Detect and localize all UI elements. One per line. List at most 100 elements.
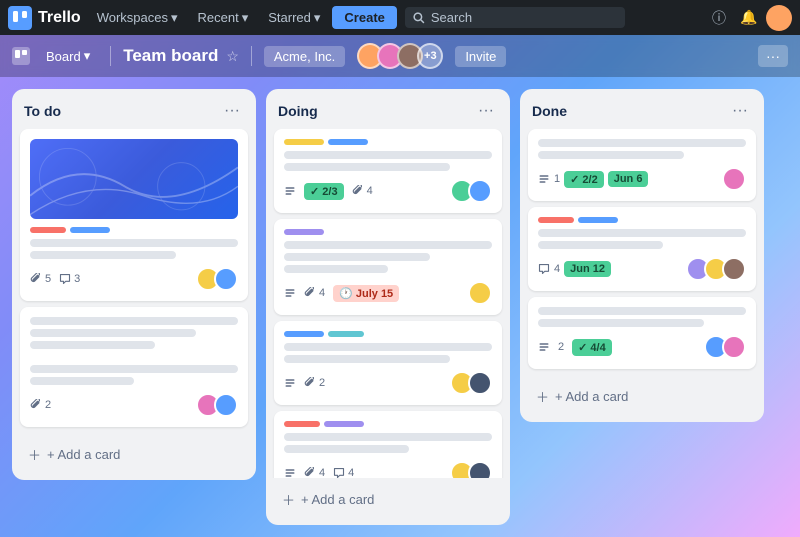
card-members2	[196, 393, 238, 417]
list-done: Done ··· 1 ✓ 2/2 Jun 6	[520, 89, 764, 422]
attach-icon	[304, 287, 316, 299]
card-lines	[538, 307, 746, 327]
meta-number: 1	[554, 173, 560, 185]
list-todo-menu[interactable]: ···	[220, 99, 244, 123]
card-footer: 4 4	[284, 461, 492, 478]
create-button[interactable]: Create	[332, 6, 396, 29]
attach-count: 4	[319, 287, 325, 299]
card-footer: ✓ 2/3 4	[284, 179, 492, 203]
list-todo: To do ···	[12, 89, 256, 480]
card-content-lines	[30, 239, 238, 259]
info-icon-button[interactable]: ⓘ	[706, 5, 732, 31]
more-members-badge[interactable]: +3	[417, 43, 443, 69]
list-icon	[284, 377, 296, 389]
attach-icon	[304, 377, 316, 389]
label-yellow	[284, 139, 324, 145]
card-done-3[interactable]: 2 ✓ 4/4	[528, 297, 756, 369]
member-avatar	[214, 393, 238, 417]
member-avatar	[468, 461, 492, 478]
card-members	[468, 281, 492, 305]
label-blue	[70, 227, 110, 233]
separator2	[251, 46, 252, 66]
search-bar[interactable]: Search	[405, 7, 625, 28]
invite-button[interactable]: Invite	[455, 46, 506, 67]
card-doing-4[interactable]: 4 4	[274, 411, 502, 478]
add-card-button-todo[interactable]: ＋ + Add a card	[16, 437, 252, 472]
card-meta: 2	[284, 377, 325, 389]
list-doing-menu[interactable]: ···	[474, 99, 498, 123]
add-card-button-doing[interactable]: ＋ + Add a card	[270, 482, 506, 517]
meta-comment: 4	[333, 467, 354, 478]
checklist-badge: ✓ 2/3	[304, 183, 344, 200]
trello-logo[interactable]: Trello	[8, 6, 81, 30]
card-content-lines	[30, 317, 238, 349]
card-done-2[interactable]: 4 Jun 12	[528, 207, 756, 291]
member-avatar	[722, 167, 746, 191]
label-purple	[324, 421, 364, 427]
separator	[110, 46, 111, 66]
card-meta: 4 4	[284, 467, 354, 478]
card-footer: 1 ✓ 2/2 Jun 6	[538, 167, 746, 191]
meta-attach: 4	[352, 185, 373, 197]
card-todo-1[interactable]: 5 3	[20, 129, 248, 301]
card-done-1[interactable]: 1 ✓ 2/2 Jun 6	[528, 129, 756, 201]
meta-attach: 5	[30, 273, 51, 285]
list-todo-title: To do	[24, 103, 61, 119]
board-view-selector[interactable]: Board ▾	[38, 44, 98, 68]
workspace-chip[interactable]: Acme, Inc.	[264, 46, 345, 67]
card-cover	[30, 139, 238, 219]
card-members	[450, 371, 492, 395]
board-more-button[interactable]: ···	[758, 45, 788, 67]
card-footer: 4 🕐 July 15	[284, 281, 492, 305]
user-avatar[interactable]	[766, 5, 792, 31]
checklist-badge: ✓ 2/2	[564, 171, 604, 188]
card-labels	[284, 139, 492, 145]
nav-icons: ⓘ 🔔	[706, 5, 792, 31]
list-todo-cards: 5 3	[12, 129, 256, 433]
workspaces-menu[interactable]: Workspaces ▾	[89, 6, 186, 30]
card-doing-1[interactable]: ✓ 2/3 4	[274, 129, 502, 213]
card-lines	[284, 241, 492, 273]
recent-menu[interactable]: Recent ▾	[190, 6, 257, 30]
attach-icon	[30, 273, 42, 285]
card-labels	[538, 217, 746, 223]
attach-icon	[304, 467, 316, 478]
card-content-lines2	[30, 365, 238, 385]
card-doing-3[interactable]: 2	[274, 321, 502, 405]
top-navigation: Trello Workspaces ▾ Recent ▾ Starred ▾ C…	[0, 0, 800, 35]
card-labels	[284, 331, 492, 337]
notification-icon-button[interactable]: 🔔	[736, 5, 762, 31]
card-cover-decoration	[30, 139, 238, 215]
card-members	[450, 179, 492, 203]
card-footer: 2 ✓ 4/4	[538, 335, 746, 359]
list-done-cards: 1 ✓ 2/2 Jun 6	[520, 129, 764, 375]
comment-count: 4	[348, 467, 354, 478]
card-doing-2[interactable]: 4 🕐 July 15	[274, 219, 502, 315]
list-done-menu[interactable]: ···	[728, 99, 752, 123]
date-badge: Jun 6	[608, 171, 649, 187]
card-labels	[30, 227, 238, 233]
card-meta: 4 Jun 12	[538, 261, 611, 277]
attach-count: 4	[367, 185, 373, 197]
meta-attach: 2	[304, 377, 325, 389]
list-icon	[284, 287, 296, 299]
comment-icon	[59, 273, 71, 285]
member-avatar	[722, 257, 746, 281]
board-title: Team board	[123, 46, 218, 66]
plus-icon: ＋	[536, 387, 549, 406]
add-card-button-done[interactable]: ＋ + Add a card	[524, 379, 760, 414]
card-members	[686, 257, 746, 281]
list-doing-header: Doing ···	[266, 89, 510, 129]
member-avatar	[468, 281, 492, 305]
card-meta: 5 3	[30, 273, 80, 285]
board-bar: Board ▾ Team board ☆ Acme, Inc. +3 Invit…	[0, 35, 800, 77]
plus-icon: ＋	[28, 445, 41, 464]
card-todo-2[interactable]: 2	[20, 307, 248, 427]
star-icon[interactable]: ☆	[226, 48, 239, 65]
checklist-badge: ✓ 4/4	[572, 339, 612, 356]
starred-menu[interactable]: Starred ▾	[260, 6, 328, 30]
attach-count: 4	[319, 467, 325, 478]
list-done-header: Done ···	[520, 89, 764, 129]
comment-count: 3	[74, 273, 80, 285]
list-icon	[538, 341, 550, 353]
